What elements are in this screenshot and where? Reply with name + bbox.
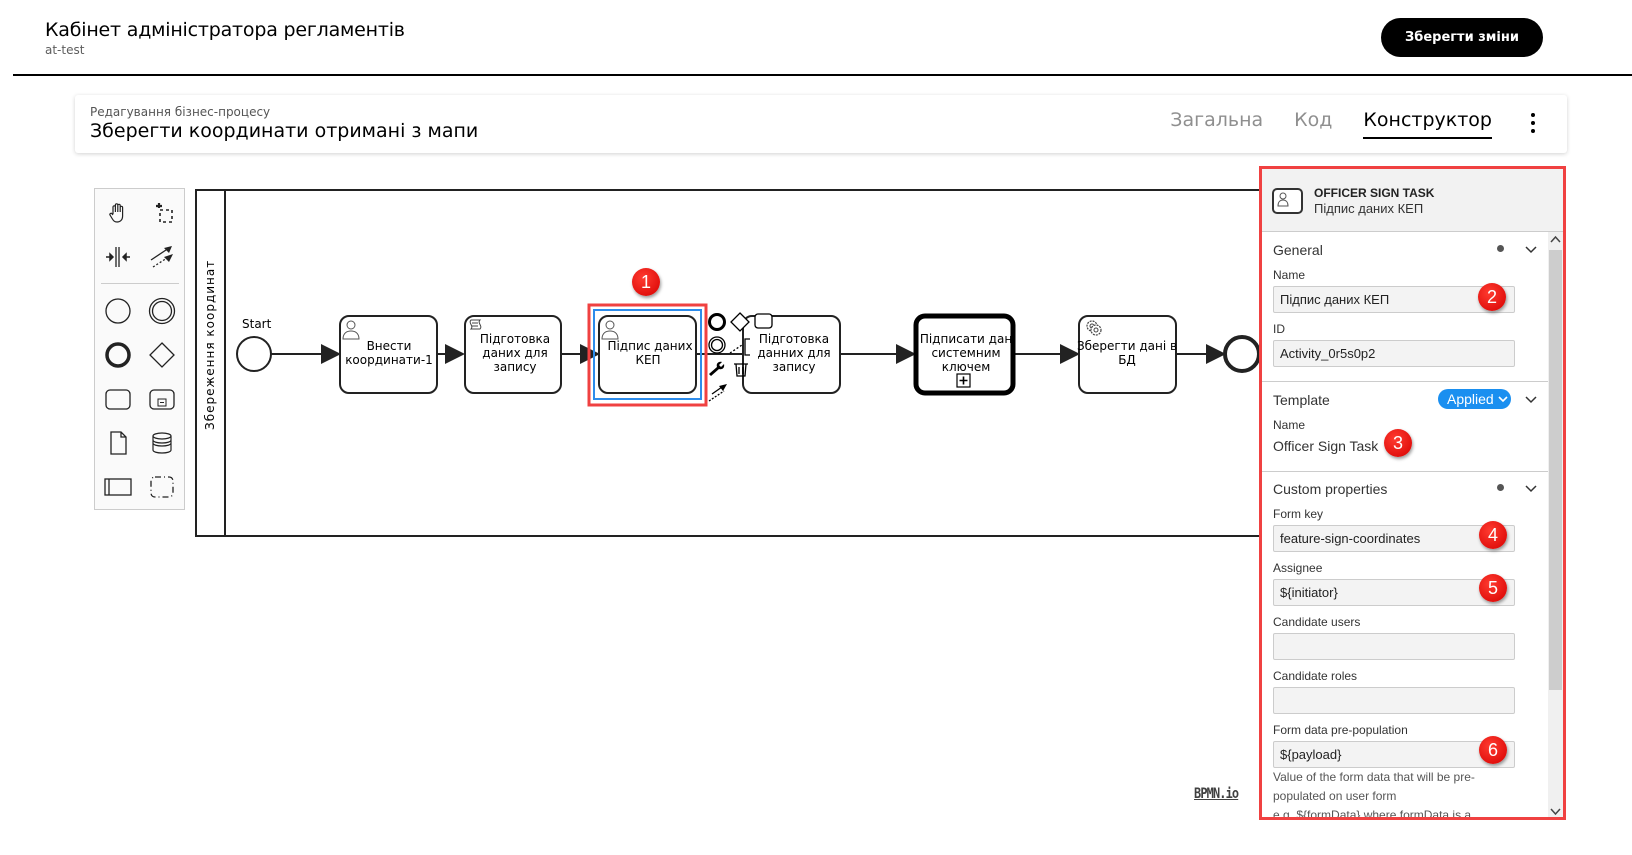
task-label: БД [1118, 353, 1136, 367]
call-activity-sign-system-key[interactable]: Підписати дан системним ключем [913, 313, 1016, 396]
task-label: Внести [367, 339, 412, 353]
chevron-down-icon[interactable] [1525, 484, 1537, 494]
task-label: запису [772, 360, 815, 374]
annotation-badge-6: 6 [1479, 736, 1507, 764]
annotation-badge-5: 5 [1479, 574, 1507, 602]
element-name: Підпис даних КЕП [1314, 201, 1424, 216]
properties-panel: OFFICER SIGN TASK Підпис даних КЕП Gener… [1259, 166, 1566, 820]
annotation-badge-4: 4 [1479, 521, 1507, 549]
task-sign-data-selected[interactable]: Підпис даних КЕП [587, 303, 708, 407]
service-task-save-db[interactable]: Зберегти дані в БД [1077, 315, 1177, 394]
task-label: запису [493, 360, 536, 374]
help-line: populated on user form [1273, 789, 1397, 803]
candidate-roles-label: Candidate roles [1273, 669, 1358, 683]
chevron-down-icon[interactable] [1525, 245, 1537, 255]
group-template-title[interactable]: Template [1273, 392, 1330, 408]
annotation-badge-3: 3 [1384, 429, 1412, 457]
task-label: данних для [757, 346, 830, 360]
start-event-label: Start [242, 317, 272, 331]
lane-label: Збереження координат [203, 260, 217, 430]
scroll-up-icon[interactable] [1548, 232, 1563, 248]
chevron-down-icon [1498, 396, 1508, 403]
template-applied-dropdown[interactable]: Applied [1438, 389, 1511, 409]
properties-scrollbar[interactable] [1548, 232, 1563, 820]
task-prepare-data[interactable]: Підготовка даних для запису [464, 315, 562, 394]
append-end-event-icon[interactable] [708, 313, 726, 331]
template-name-label: Name [1273, 418, 1306, 432]
task-label: даних для [482, 346, 547, 360]
id-input[interactable] [1273, 340, 1515, 367]
annotation-badge-1: 1 [632, 268, 660, 296]
group-custom-dot-icon [1497, 484, 1504, 491]
template-name-value: Officer Sign Task [1273, 438, 1379, 454]
task-label: Підписати дан [920, 332, 1012, 346]
annotation-badge-2: 2 [1478, 283, 1506, 311]
id-label: ID [1273, 322, 1285, 336]
task-label: Зберегти дані в [1077, 339, 1177, 353]
candidate-users-input[interactable] [1273, 633, 1515, 660]
user-task-icon [1272, 188, 1303, 214]
end-event[interactable] [1223, 335, 1261, 373]
candidate-roles-input[interactable] [1273, 687, 1515, 714]
form-data-label: Form data pre-population [1273, 723, 1408, 737]
group-general-title[interactable]: General [1273, 242, 1323, 258]
collapsed-marker-icon [956, 373, 971, 388]
task-label: Підготовка [759, 332, 829, 346]
form-data-help: Value of the form data that will be pre-… [1273, 768, 1513, 820]
task-label: координати-1 [345, 353, 433, 367]
help-line: e.g. ${formData} where formData is a [1273, 808, 1472, 820]
group-custom-title[interactable]: Custom properties [1273, 481, 1387, 497]
properties-header: OFFICER SIGN TASK Підпис даних КЕП [1262, 169, 1563, 232]
task-label: Підготовка [480, 332, 550, 346]
connect-arrow-icon[interactable] [708, 384, 727, 402]
group-divider [1262, 381, 1548, 382]
task-enter-coordinates[interactable]: Внести координати-1 [339, 315, 438, 394]
task-label: ключем [942, 360, 991, 374]
template-status: Applied [1447, 391, 1494, 407]
chevron-down-icon[interactable] [1525, 395, 1537, 405]
change-type-wrench-icon[interactable] [709, 361, 725, 376]
element-type: OFFICER SIGN TASK [1314, 186, 1435, 200]
assignee-label: Assignee [1273, 561, 1323, 575]
scroll-down-icon[interactable] [1548, 804, 1563, 820]
bpmn-io-watermark[interactable]: BPMN.io [1194, 786, 1239, 802]
group-divider [1262, 471, 1548, 472]
help-line: Value of the form data that will be pre- [1273, 770, 1475, 784]
form-key-label: Form key [1273, 507, 1324, 521]
append-task-icon[interactable] [754, 313, 773, 329]
candidate-users-label: Candidate users [1273, 615, 1361, 629]
task-label: КЕП [635, 353, 660, 367]
start-event[interactable] [236, 336, 272, 372]
append-intermediate-event-icon[interactable] [708, 336, 726, 354]
task-label: системним [931, 346, 1000, 360]
properties-scroll-area: General Name ID Template Applied Name Of… [1262, 232, 1563, 820]
group-general-dot-icon [1497, 245, 1504, 252]
scrollbar-thumb[interactable] [1549, 250, 1562, 690]
name-label: Name [1273, 268, 1306, 282]
task-label: Підпис даних [607, 339, 692, 353]
